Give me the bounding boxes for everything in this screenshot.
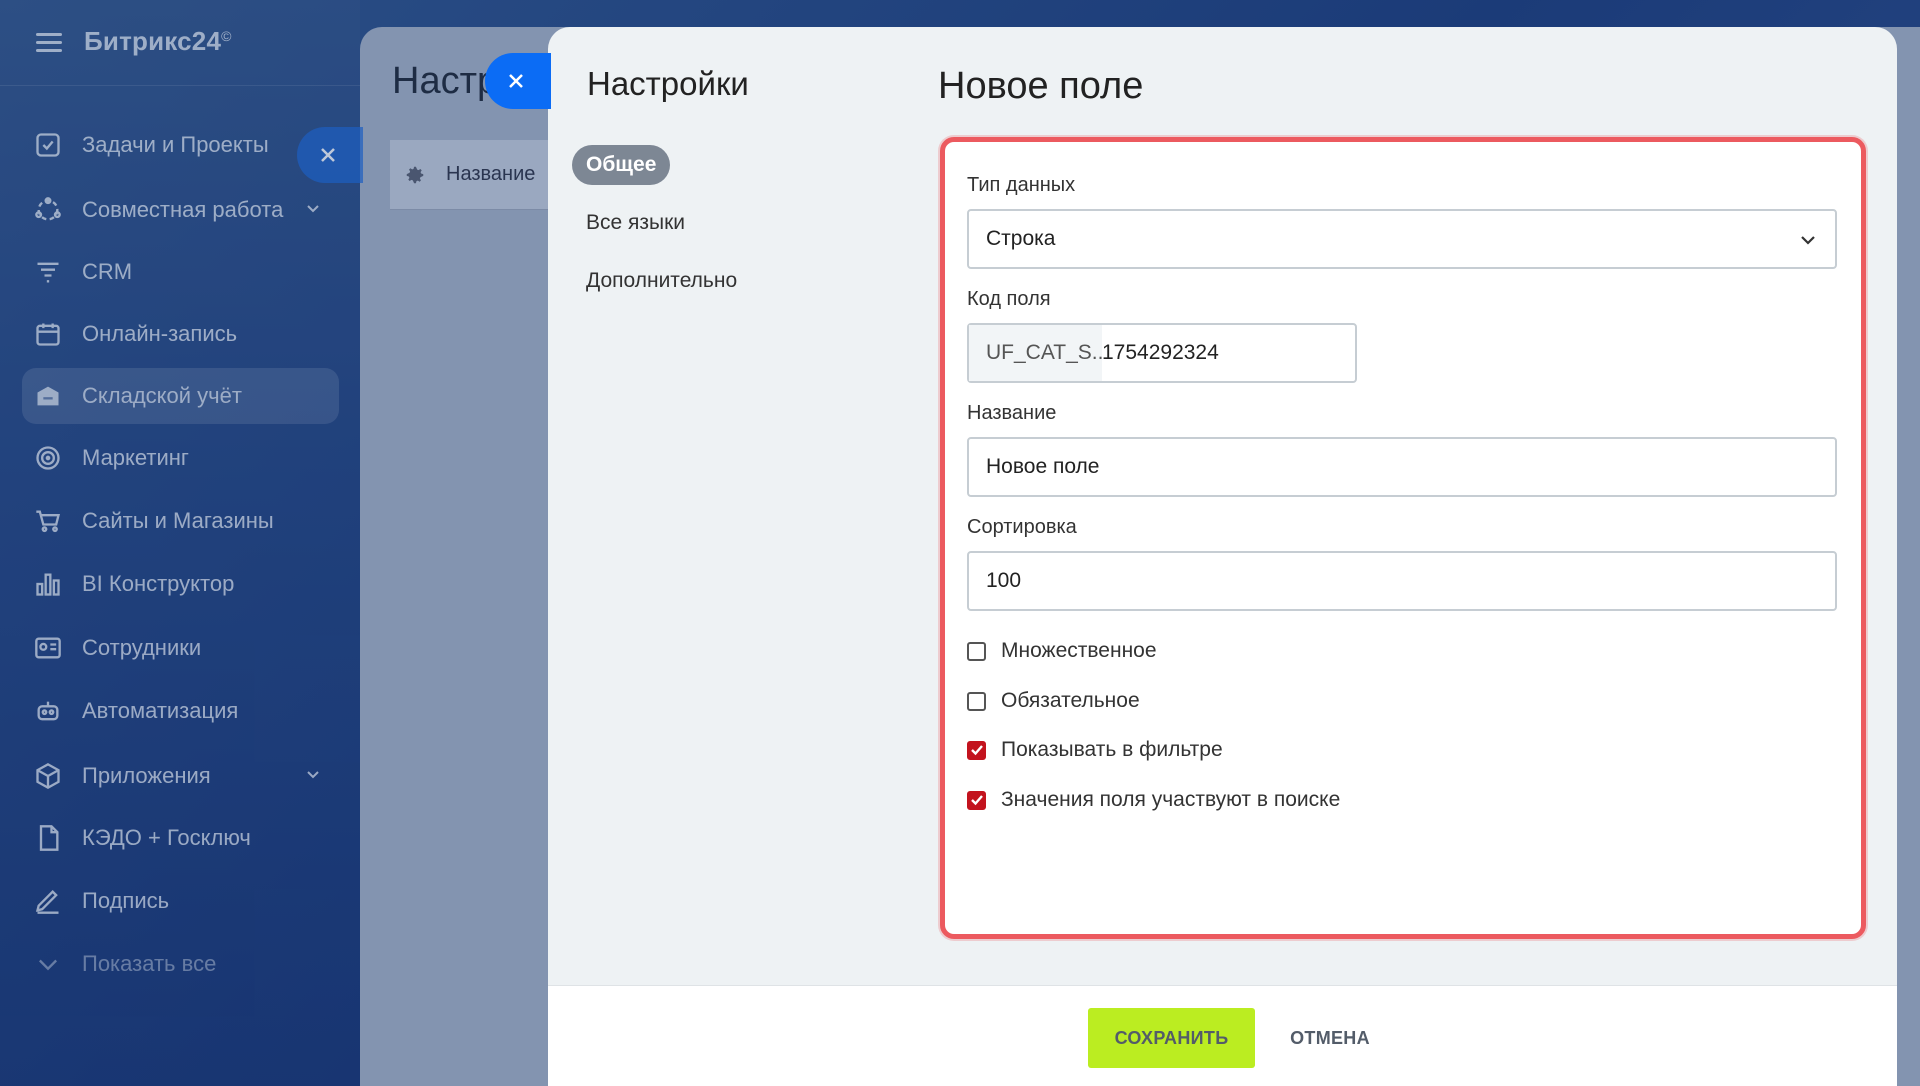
robot-icon xyxy=(34,697,62,725)
gear-icon[interactable] xyxy=(404,164,426,186)
sidebar-item-label: Сайты и Магазины xyxy=(82,508,274,533)
sidebar-item-label: Задачи и Проекты xyxy=(82,132,269,157)
close-icon xyxy=(509,74,523,88)
nav-tab-additional[interactable]: Дополнительно xyxy=(572,261,751,301)
sidebar-item-kedo[interactable]: КЭДО + Госключ xyxy=(22,810,339,866)
column-header-name: Название xyxy=(446,163,536,185)
chevron-down-icon xyxy=(34,950,62,978)
nav-tab-all-languages[interactable]: Все языки xyxy=(572,203,699,243)
apps-icon xyxy=(34,762,62,790)
crm-icon xyxy=(34,258,62,286)
sidebar-item-label: Онлайн-запись xyxy=(82,321,238,346)
chevron-down-icon xyxy=(1801,236,1815,245)
chevron-down-icon[interactable] xyxy=(305,766,321,782)
sidebar-item-label: Складской учёт xyxy=(82,383,242,408)
field-form-card: Тип данных Строка Код поля UF_CAT_S... 1… xyxy=(940,137,1866,939)
back-slider-close-button[interactable] xyxy=(297,127,363,183)
sidebar-item-crm[interactable]: CRM xyxy=(22,244,339,300)
checkbox[interactable] xyxy=(967,740,986,760)
cart-icon xyxy=(34,507,62,535)
nav-tab-general[interactable]: Общее xyxy=(572,145,671,185)
cancel-button[interactable]: ОТМЕНА xyxy=(1270,1008,1390,1068)
sidebar-item-automation[interactable]: Автоматизация xyxy=(22,683,339,739)
sidebar-item-employees[interactable]: Сотрудники xyxy=(22,620,339,676)
checkbox-label: Значения поля участвуют в поиске xyxy=(1001,788,1341,811)
checkbox-searchable[interactable]: Значения поля участвуют в поиске xyxy=(967,788,1340,812)
sidebar-item-label: Сотрудники xyxy=(82,635,202,660)
checkbox-required[interactable]: Обязательное xyxy=(967,689,1140,713)
field-code-prefix: UF_CAT_S... xyxy=(969,325,1102,381)
collab-icon xyxy=(34,196,62,224)
page-title: Новое поле xyxy=(938,65,1144,107)
field-code-value: 1754292324 xyxy=(1102,341,1219,364)
menu-icon[interactable] xyxy=(36,33,62,53)
slider-nav-title: Настройки xyxy=(587,65,749,102)
close-icon xyxy=(321,148,335,162)
field-code-input[interactable]: UF_CAT_S... 1754292324 xyxy=(967,323,1357,383)
data-type-value: Строка xyxy=(986,227,1056,250)
checkbox[interactable] xyxy=(967,691,986,711)
sort-input[interactable]: 100 xyxy=(967,551,1837,611)
checkmark-icon xyxy=(970,745,983,756)
data-type-label: Тип данных xyxy=(967,174,1076,196)
logo[interactable]: Битрикс24© xyxy=(84,26,232,57)
sidebar-item-label: CRM xyxy=(82,259,133,284)
settings-slider: Настройки Общее Все языки Дополнительно … xyxy=(548,27,1897,1086)
sidebar-item-show-all[interactable]: Показать все xyxy=(22,936,339,992)
back-table-header: Название xyxy=(390,140,550,210)
sidebar-item-label: Маркетинг xyxy=(82,445,189,470)
sidebar-item-apps[interactable]: Приложения xyxy=(22,748,339,804)
checkbox[interactable] xyxy=(967,641,986,661)
doc-icon xyxy=(34,824,62,852)
employees-icon xyxy=(34,634,62,662)
sidebar-item-label: BI Конструктор xyxy=(82,571,235,596)
field-code-label: Код поля xyxy=(967,288,1051,310)
sidebar-item-signature[interactable]: Подпись xyxy=(22,873,339,929)
marketing-icon xyxy=(34,444,62,472)
name-value: Новое поле xyxy=(986,455,1100,478)
name-label: Название xyxy=(967,402,1057,424)
slider-footer: СОХРАНИТЬ ОТМЕНА xyxy=(548,985,1897,1086)
sidebar-item-marketing[interactable]: Маркетинг xyxy=(22,430,339,486)
sidebar-header: Битрикс24© xyxy=(0,0,360,86)
checkbox-label: Обязательное xyxy=(1001,689,1140,712)
sidebar-item-label: Подпись xyxy=(82,888,170,913)
name-input[interactable]: Новое поле xyxy=(967,437,1837,497)
sidebar-item-label: КЭДО + Госключ xyxy=(82,825,251,850)
sidebar-item-bi[interactable]: BI Конструктор xyxy=(22,556,339,612)
sidebar-item-warehouse[interactable]: Складской учёт xyxy=(22,368,339,424)
bi-chart-icon xyxy=(34,570,62,598)
sort-value: 100 xyxy=(986,569,1022,592)
signature-icon xyxy=(34,887,62,915)
sidebar-item-label: Автоматизация xyxy=(82,698,239,723)
calendar-icon xyxy=(34,320,62,348)
slider-close-button[interactable] xyxy=(485,53,551,109)
chevron-down-icon[interactable] xyxy=(305,200,321,216)
data-type-select[interactable]: Строка xyxy=(967,209,1837,269)
sidebar-item-collab[interactable]: Совместная работа xyxy=(22,182,339,238)
checkbox-label: Множественное xyxy=(1001,639,1157,662)
sidebar-item-label: Показать все xyxy=(82,951,217,976)
sort-label: Сортировка xyxy=(967,516,1077,538)
sidebar-item-label: Приложения xyxy=(82,763,211,788)
checkbox-multiple[interactable]: Множественное xyxy=(967,639,1157,663)
checkbox[interactable] xyxy=(967,790,986,810)
tasks-icon xyxy=(34,131,62,159)
sidebar-item-label: Совместная работа xyxy=(82,197,284,222)
save-button[interactable]: СОХРАНИТЬ xyxy=(1088,1008,1255,1068)
warehouse-icon xyxy=(34,382,62,410)
sidebar-item-booking[interactable]: Онлайн-запись xyxy=(22,306,339,362)
checkbox-show-in-filter[interactable]: Показывать в фильтре xyxy=(967,738,1223,762)
sidebar-item-tasks[interactable]: Задачи и Проекты xyxy=(22,117,339,173)
checkmark-icon xyxy=(970,795,983,806)
checkbox-label: Показывать в фильтре xyxy=(1001,738,1223,761)
sidebar-item-sites[interactable]: Сайты и Магазины xyxy=(22,493,339,549)
